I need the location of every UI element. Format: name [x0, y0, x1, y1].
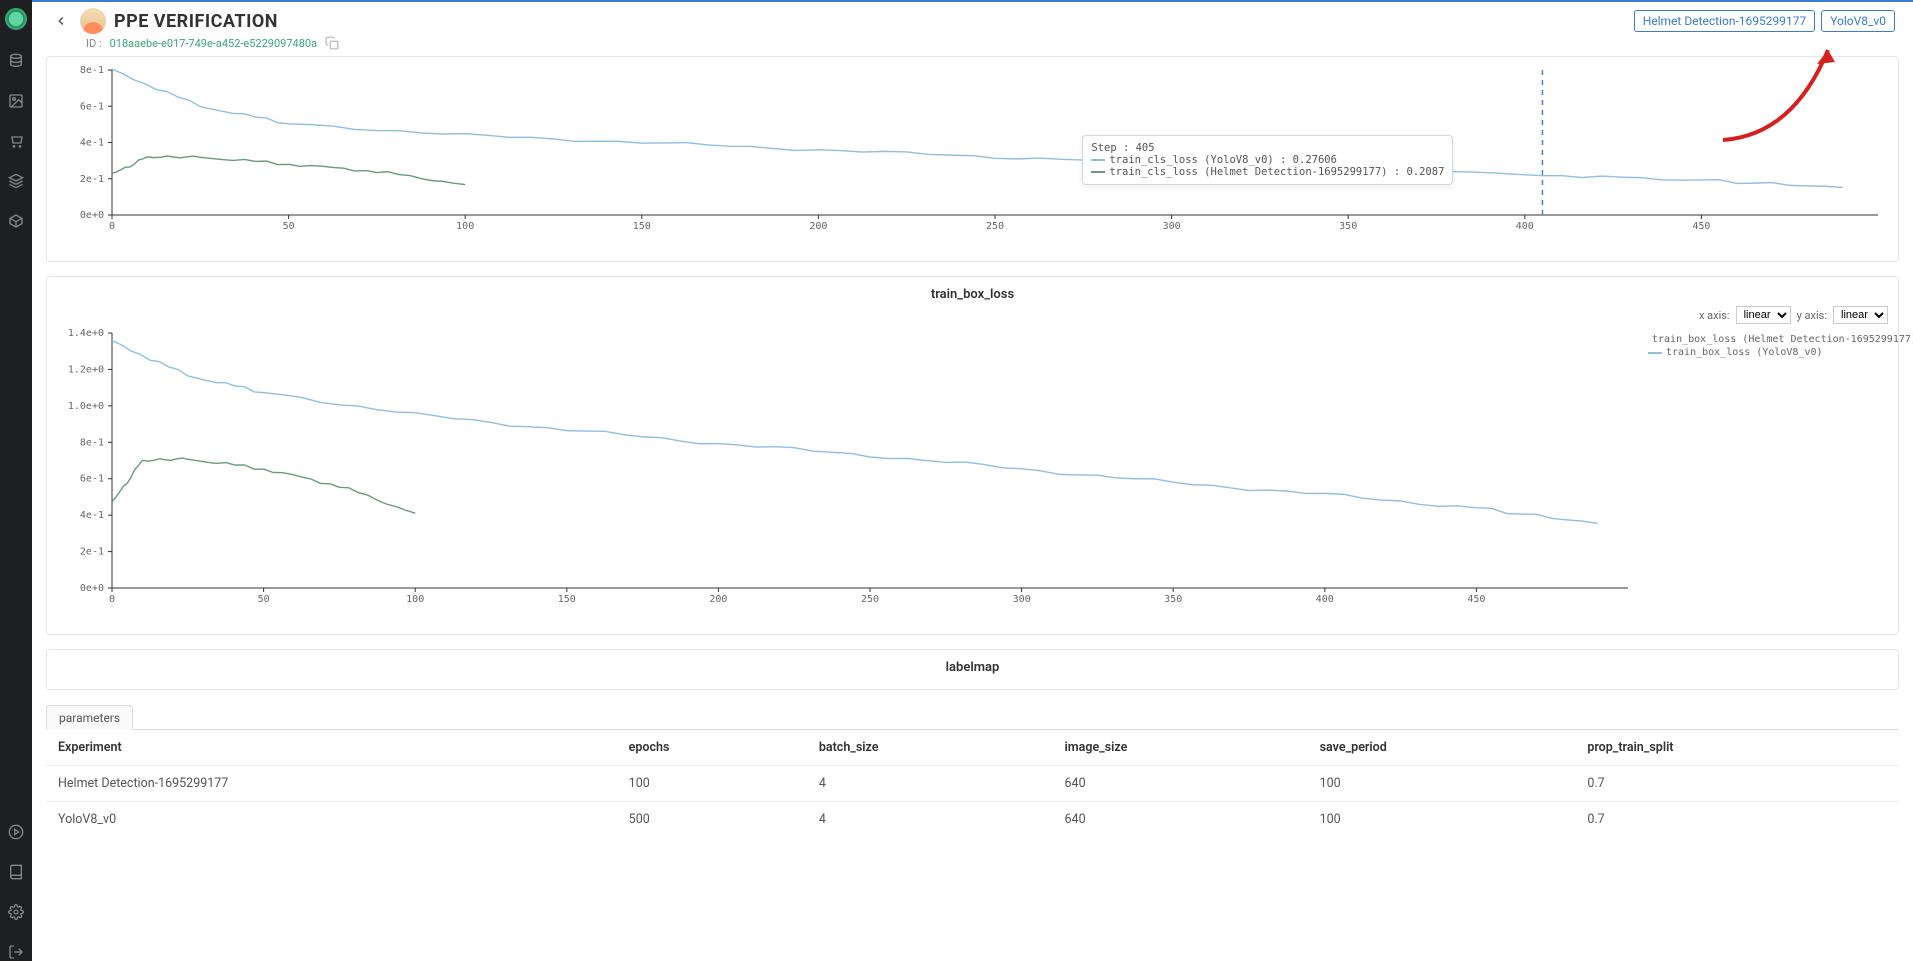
experiment-chip[interactable]: Helmet Detection-1695299177 [1634, 10, 1816, 32]
svg-text:4e-1: 4e-1 [80, 510, 104, 521]
svg-text:50: 50 [283, 221, 295, 232]
svg-text:350: 350 [1339, 221, 1357, 232]
page-title: PPE VERIFICATION [114, 11, 278, 32]
table-header: prop_train_split [1575, 730, 1899, 766]
svg-text:400: 400 [1516, 221, 1534, 232]
svg-text:4e-1: 4e-1 [80, 138, 104, 149]
table-row: Helmet Detection-169529917710046401000.7 [46, 766, 1899, 802]
svg-text:200: 200 [809, 221, 827, 232]
svg-text:2e-1: 2e-1 [80, 547, 104, 558]
svg-text:100: 100 [456, 221, 474, 232]
book-icon[interactable] [7, 863, 25, 881]
table-cell: 4 [807, 766, 1053, 802]
chart2-legend: train_box_loss (Helmet Detection-1695299… [1638, 328, 1888, 612]
table-cell: 0.7 [1575, 802, 1899, 838]
table-header: save_period [1308, 730, 1576, 766]
svg-text:6e-1: 6e-1 [80, 101, 104, 112]
svg-text:50: 50 [258, 594, 270, 605]
parameters-tab[interactable]: parameters [46, 705, 133, 730]
logout-icon[interactable] [7, 943, 25, 961]
table-header: epochs [617, 730, 807, 766]
table-cell: 640 [1053, 802, 1308, 838]
chart2-plot[interactable]: 1.4e+0 1.2e+0 1.0e+0 8e-1 6e-1 4e-1 2e-1 0e+0 0 5… [57, 328, 1638, 608]
table-cell: 0.7 [1575, 766, 1899, 802]
parameters-section: parameters Experimentepochsbatch_sizeima… [46, 704, 1899, 837]
sidebar-rail [0, 0, 32, 961]
svg-text:200: 200 [709, 594, 727, 605]
svg-text:100: 100 [406, 594, 424, 605]
table-cell: 100 [1308, 766, 1576, 802]
chart1-plot[interactable]: 8e-1 6e-1 4e-1 2e-1 0e+0 0 50 100 150 200 250 300 35… [57, 65, 1888, 235]
svg-text:250: 250 [986, 221, 1004, 232]
app-logo[interactable] [5, 8, 27, 30]
database-icon[interactable] [7, 52, 25, 70]
cart-icon[interactable] [7, 132, 25, 150]
svg-text:150: 150 [633, 221, 651, 232]
svg-text:150: 150 [558, 594, 576, 605]
legend-item: train_box_loss (Helmet Detection-1695299… [1652, 334, 1913, 345]
svg-text:1.2e+0: 1.2e+0 [68, 364, 104, 375]
svg-text:450: 450 [1467, 594, 1485, 605]
svg-text:0e+0: 0e+0 [80, 210, 104, 221]
settings-icon[interactable] [7, 903, 25, 921]
svg-text:450: 450 [1692, 221, 1710, 232]
project-avatar [80, 8, 106, 34]
chart-card-train-box-loss: train_box_loss x axis: linear y axis: li… [46, 276, 1899, 635]
id-value: 018aaebe-e017-749e-a452-e5229097480a [110, 37, 317, 50]
table-cell: 4 [807, 802, 1053, 838]
svg-text:6e-1: 6e-1 [80, 474, 104, 485]
svg-text:300: 300 [1163, 221, 1181, 232]
table-row: YoloV8_v050046401000.7 [46, 802, 1899, 838]
table-cell: 100 [1308, 802, 1576, 838]
id-row: ID : 018aaebe-e017-749e-a452-e5229097480… [32, 36, 1913, 56]
back-button[interactable] [50, 10, 72, 32]
svg-text:400: 400 [1316, 594, 1334, 605]
svg-text:1.0e+0: 1.0e+0 [68, 401, 104, 412]
svg-text:250: 250 [861, 594, 879, 605]
svg-text:8e-1: 8e-1 [80, 65, 104, 76]
svg-text:0: 0 [109, 221, 115, 232]
y-axis-label: y axis: [1797, 309, 1827, 322]
chart2-title: train_box_loss [47, 277, 1898, 306]
chart-card-train-cls-loss: 8e-1 6e-1 4e-1 2e-1 0e+0 0 50 100 150 200 250 300 35… [46, 56, 1899, 262]
svg-text:1.4e+0: 1.4e+0 [68, 328, 104, 339]
table-header: batch_size [807, 730, 1053, 766]
table-cell: 640 [1053, 766, 1308, 802]
parameters-table: Experimentepochsbatch_sizeimage_sizesave… [46, 729, 1899, 837]
labelmap-title: labelmap [47, 650, 1898, 679]
table-cell: Helmet Detection-1695299177 [46, 766, 617, 802]
svg-text:350: 350 [1164, 594, 1182, 605]
page-header: PPE VERIFICATION Helmet Detection-169529… [32, 2, 1913, 36]
svg-text:2e-1: 2e-1 [80, 174, 104, 185]
labelmap-card: labelmap [46, 649, 1899, 690]
axis-controls: x axis: linear y axis: linear [47, 306, 1898, 324]
svg-text:0: 0 [109, 594, 115, 605]
y-axis-scale-select[interactable]: linear [1833, 306, 1888, 324]
image-icon[interactable] [7, 92, 25, 110]
x-axis-scale-select[interactable]: linear [1736, 306, 1791, 324]
copy-id-icon[interactable] [325, 36, 339, 50]
table-cell: 100 [617, 766, 807, 802]
play-icon[interactable] [7, 823, 25, 841]
svg-text:300: 300 [1013, 594, 1031, 605]
layers-icon[interactable] [7, 172, 25, 190]
id-label: ID : [86, 37, 102, 50]
svg-text:8e-1: 8e-1 [80, 437, 104, 448]
table-cell: 500 [617, 802, 807, 838]
legend-item: train_box_loss (YoloV8_v0) [1666, 347, 1823, 358]
table-header: Experiment [46, 730, 617, 766]
x-axis-label: x axis: [1699, 309, 1730, 322]
package-icon[interactable] [7, 212, 25, 230]
experiment-chip[interactable]: YoloV8_v0 [1821, 10, 1895, 32]
table-header: image_size [1053, 730, 1308, 766]
svg-text:0e+0: 0e+0 [80, 583, 104, 594]
table-cell: YoloV8_v0 [46, 802, 617, 838]
